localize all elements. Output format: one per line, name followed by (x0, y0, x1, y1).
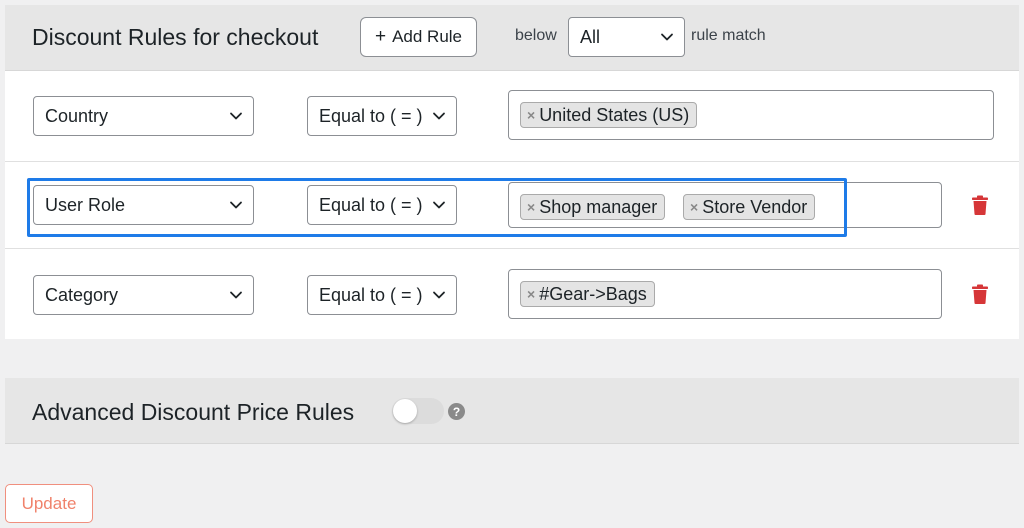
remove-chip-icon[interactable]: × (527, 286, 535, 302)
chevron-down-icon (432, 109, 446, 123)
chip-label: Shop manager (539, 196, 658, 217)
discount-rules-panel: Discount Rules for checkout + Add Rule b… (5, 5, 1019, 339)
advanced-discount-header: Advanced Discount Price Rules ? (5, 378, 1019, 444)
trash-icon[interactable] (971, 284, 989, 304)
chevron-down-icon (229, 198, 243, 212)
advanced-discount-panel: Advanced Discount Price Rules ? (5, 378, 1019, 444)
value-chip[interactable]: × #Gear->Bags (520, 281, 655, 307)
condition-value: User Role (45, 194, 126, 215)
add-rule-label: Add Rule (392, 27, 463, 46)
chip-label: Store Vendor (702, 196, 808, 217)
value-chip[interactable]: × United States (US) (520, 102, 698, 128)
values-field-country[interactable]: × United States (US) (508, 90, 994, 140)
operator-select-user-role[interactable]: Equal to ( = ) (307, 185, 457, 225)
chevron-down-icon (432, 198, 446, 212)
operator-select-country[interactable]: Equal to ( = ) (307, 96, 457, 136)
remove-chip-icon[interactable]: × (527, 199, 535, 215)
condition-value: Category (45, 284, 119, 305)
rule-match-select[interactable]: All (568, 17, 685, 57)
section-title-discount-rules: Discount Rules for checkout (32, 24, 319, 50)
condition-select-user-role[interactable]: User Role (33, 185, 254, 225)
operator-value: Equal to ( = ) (319, 194, 423, 215)
chip-label: #Gear->Bags (539, 283, 647, 304)
section-title-advanced: Advanced Discount Price Rules (32, 399, 355, 425)
rule-row-category: Category Equal to ( = ) × #Gear->Bags (5, 249, 1019, 338)
condition-select-country[interactable]: Country (33, 96, 254, 136)
plus-icon: + (374, 26, 387, 47)
chevron-down-icon (229, 288, 243, 302)
condition-select-category[interactable]: Category (33, 275, 254, 315)
update-button[interactable]: Update (5, 484, 93, 523)
operator-value: Equal to ( = ) (319, 105, 423, 126)
remove-chip-icon[interactable]: × (527, 107, 535, 123)
chip-label: United States (US) (539, 104, 690, 125)
chevron-down-icon (660, 30, 674, 44)
rule-match-value: All (580, 26, 601, 47)
chevron-down-icon (229, 109, 243, 123)
operator-value: Equal to ( = ) (319, 284, 423, 305)
values-field-user-role[interactable]: × Shop manager × Store Vendor (508, 182, 942, 228)
value-chip[interactable]: × Shop manager (520, 194, 666, 220)
discount-rules-header: Discount Rules for checkout + Add Rule b… (5, 5, 1019, 71)
chevron-down-icon (432, 288, 446, 302)
rule-match-label: rule match (691, 27, 766, 44)
help-icon[interactable]: ? (448, 403, 465, 420)
below-label: below (515, 27, 557, 44)
values-field-category[interactable]: × #Gear->Bags (508, 269, 942, 319)
trash-icon[interactable] (971, 195, 989, 215)
advanced-rules-toggle[interactable] (392, 398, 444, 424)
toggle-knob (393, 399, 417, 423)
value-chip[interactable]: × Store Vendor (683, 194, 816, 220)
operator-select-category[interactable]: Equal to ( = ) (307, 275, 457, 315)
add-rule-button[interactable]: + Add Rule (360, 17, 477, 57)
condition-value: Country (45, 105, 109, 126)
rule-row-country: Country Equal to ( = ) × United States (… (5, 72, 1019, 161)
remove-chip-icon[interactable]: × (690, 199, 698, 215)
rule-row-user-role: User Role Equal to ( = ) × Shop manager … (5, 162, 1019, 251)
